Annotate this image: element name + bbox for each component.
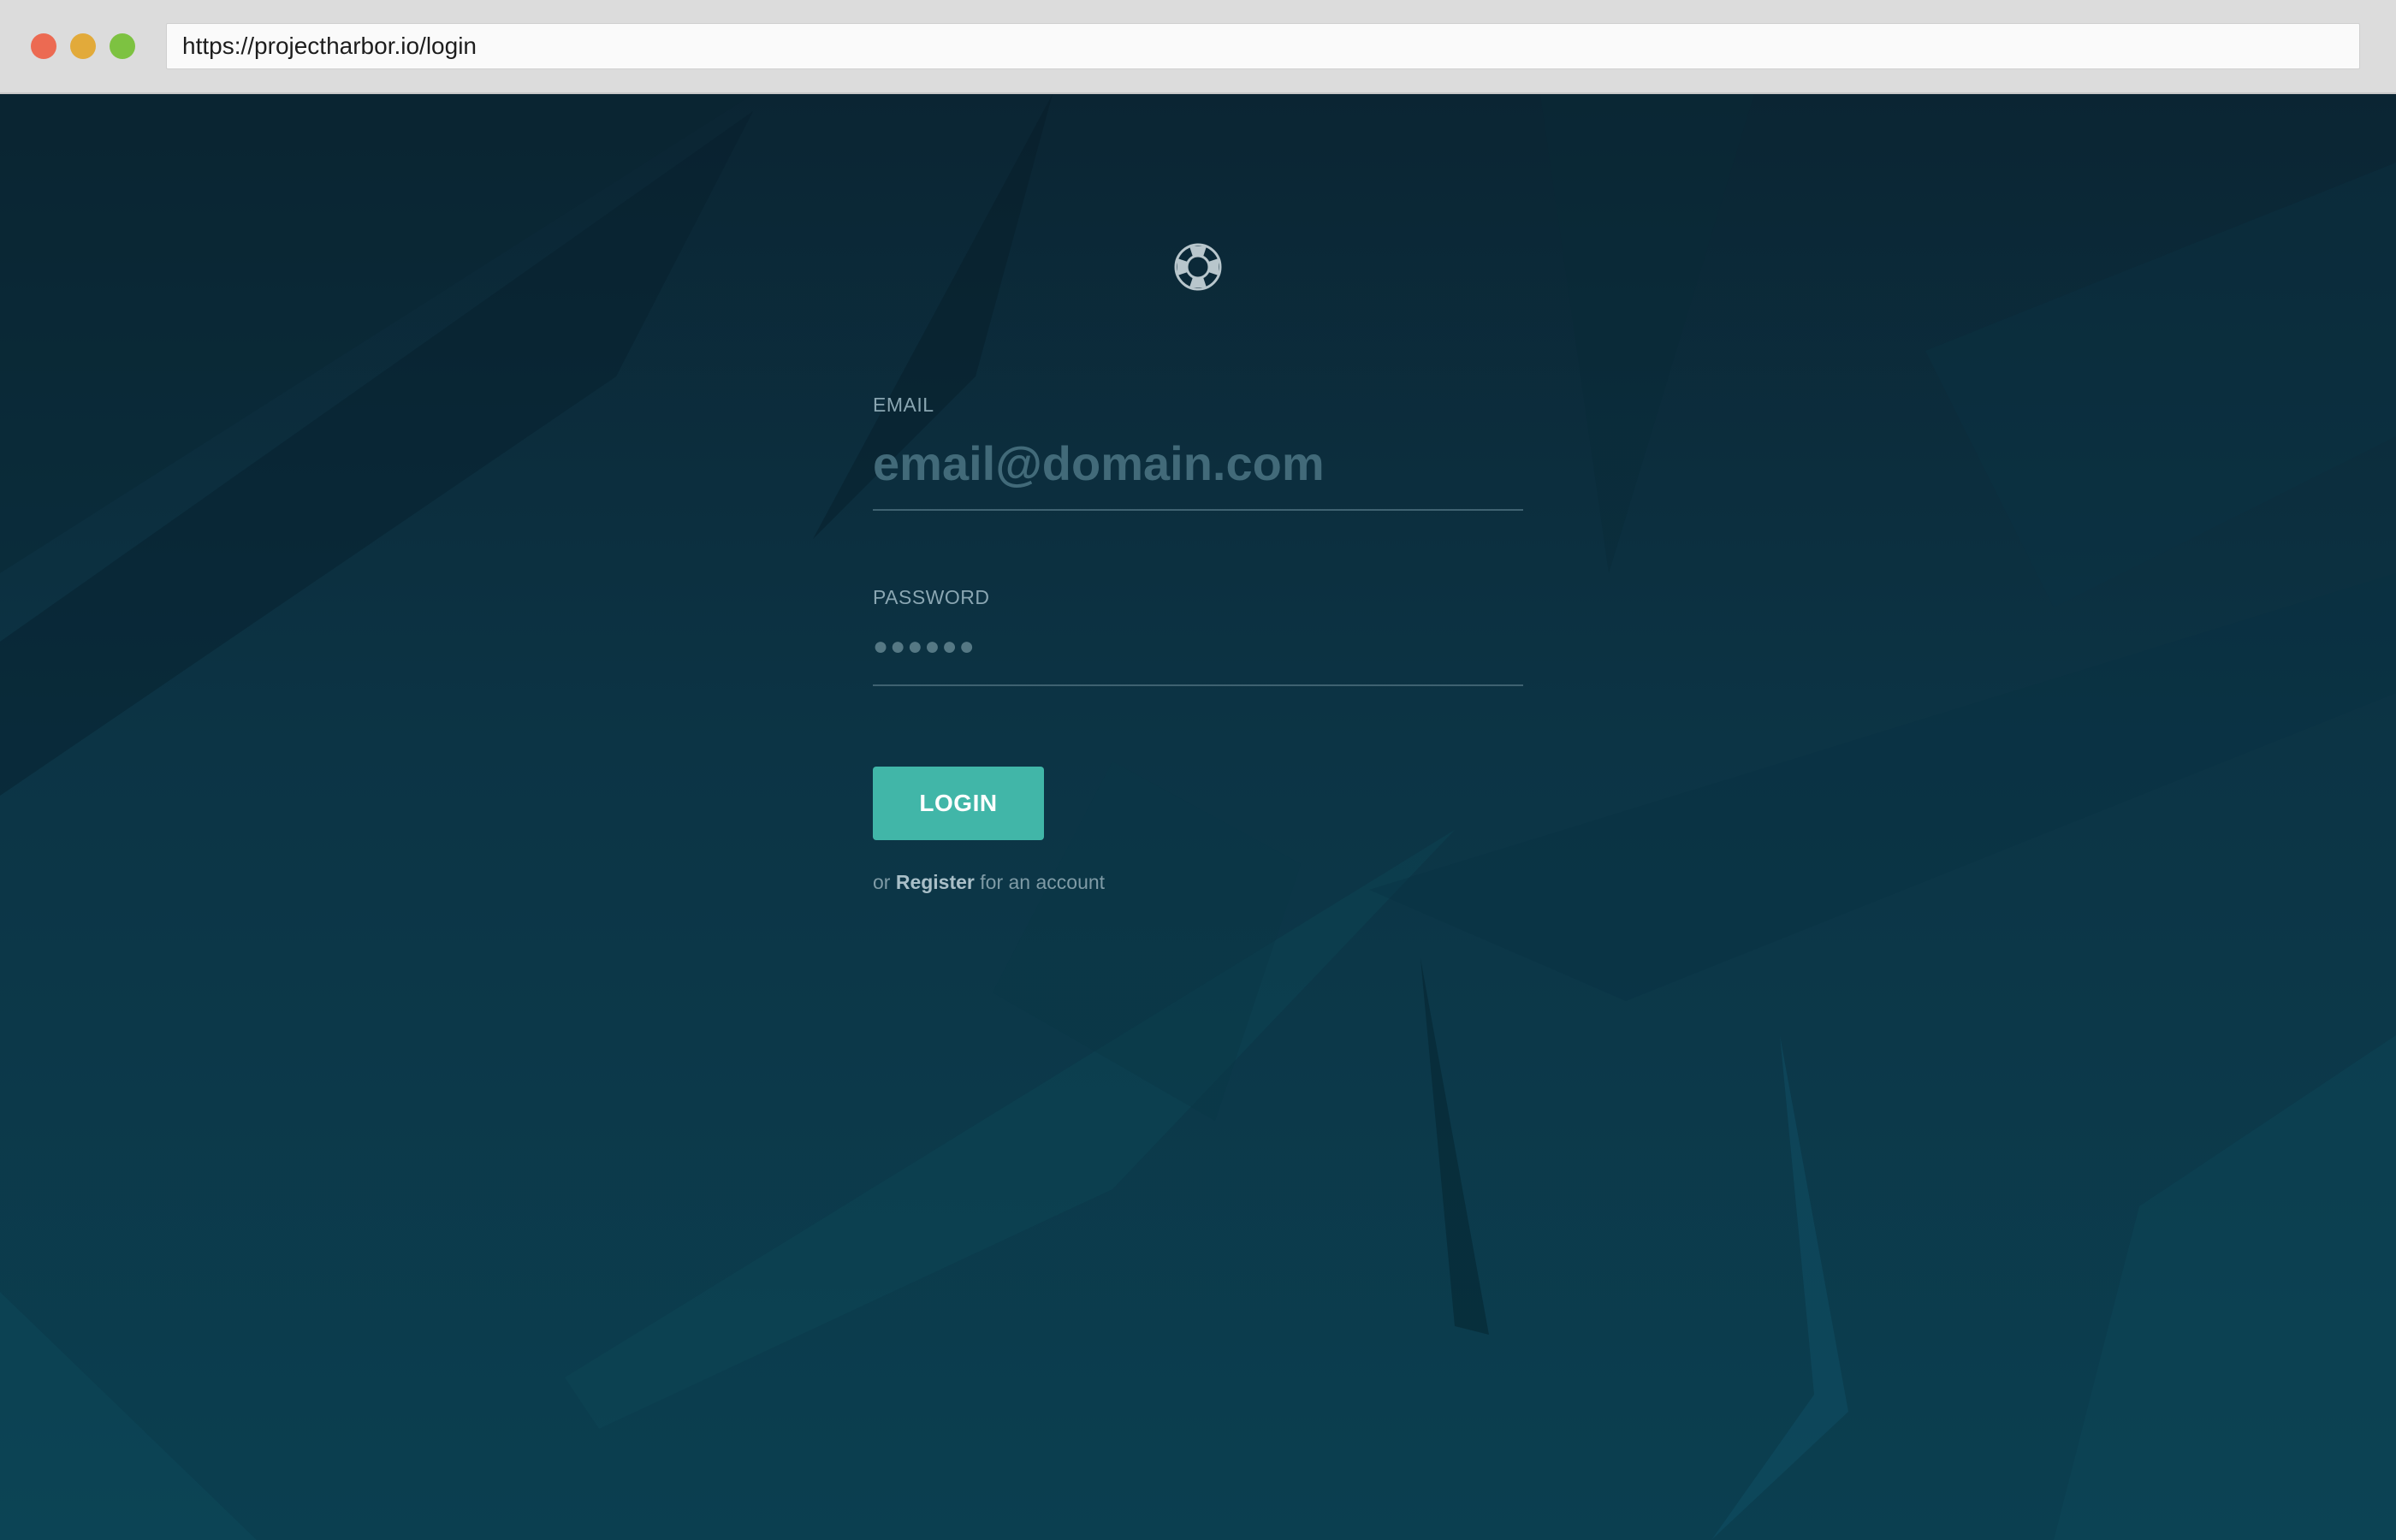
- password-label: PASSWORD: [873, 586, 990, 608]
- register-prompt: or Register for an account: [873, 871, 1523, 894]
- browser-chrome: https://projectharbor.io/login: [0, 0, 2396, 94]
- password-field[interactable]: [873, 609, 1523, 686]
- email-field[interactable]: [873, 417, 1523, 511]
- lifebuoy-icon: [1171, 240, 1225, 294]
- email-label: EMAIL: [873, 394, 934, 416]
- url-bar[interactable]: https://projectharbor.io/login: [166, 23, 2360, 69]
- minimize-window-button[interactable]: [70, 33, 96, 59]
- close-window-button[interactable]: [31, 33, 56, 59]
- register-link[interactable]: Register: [896, 871, 975, 893]
- login-form: EMAIL PASSWORD LOGIN or Register for an …: [873, 394, 1523, 894]
- maximize-window-button[interactable]: [110, 33, 135, 59]
- register-prefix: or: [873, 871, 891, 893]
- login-page: EMAIL PASSWORD LOGIN or Register for an …: [0, 94, 2396, 1540]
- login-button[interactable]: LOGIN: [873, 767, 1044, 840]
- register-suffix: for an account: [980, 871, 1106, 893]
